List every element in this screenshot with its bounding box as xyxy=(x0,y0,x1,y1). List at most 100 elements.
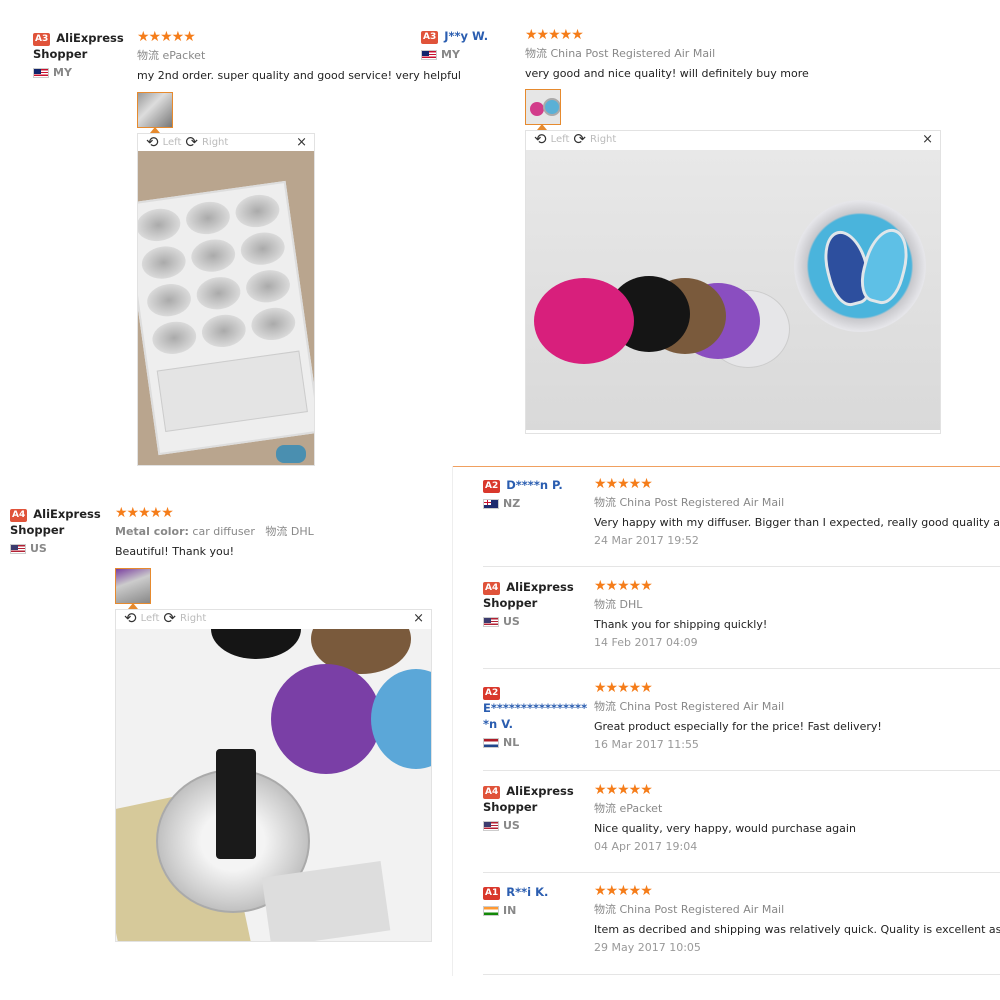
flag-us-icon xyxy=(10,543,26,554)
rotate-right-label[interactable]: Right xyxy=(202,137,228,148)
reviewer-name[interactable]: E*****************n V. xyxy=(483,700,593,732)
photo-viewer: ⟲ Left ⟳ Right × xyxy=(137,133,315,466)
shipping-method: China Post Registered Air Mail xyxy=(619,496,785,509)
shipping-method: China Post Registered Air Mail xyxy=(619,700,785,713)
rotate-right-label[interactable]: Right xyxy=(180,613,206,624)
review-content: ★★★★★ Metal color: car diffuser 物流 DHL B… xyxy=(115,506,314,558)
review-content: ★★★★★ 物流 China Post Registered Air Mail … xyxy=(594,681,882,751)
level-badge: A3 xyxy=(33,33,51,46)
rating-stars: ★★★★★ xyxy=(137,29,196,45)
rotate-left-icon[interactable]: ⟲ xyxy=(146,135,159,150)
review-date: 16 Mar 2017 11:55 xyxy=(594,738,699,751)
review-text: Beautiful! Thank you! xyxy=(115,545,235,558)
rating-stars: ★★★★★ xyxy=(525,27,584,43)
shipping-label: 物流 xyxy=(594,700,616,713)
review-content: ★★★★★ 物流 China Post Registered Air Mail … xyxy=(525,28,809,80)
rotate-right-icon[interactable]: ⟳ xyxy=(185,135,198,150)
level-badge: A1 xyxy=(483,887,501,900)
reviewer-info: A2 D****n P. NZ xyxy=(483,477,593,510)
shipping-method: China Post Registered Air Mail xyxy=(619,903,785,916)
rotate-right-icon[interactable]: ⟳ xyxy=(163,611,176,626)
review-date: 29 May 2017 10:05 xyxy=(594,941,701,954)
rating-stars: ★★★★★ xyxy=(594,476,653,492)
level-badge: A3 xyxy=(421,31,439,44)
row-divider xyxy=(483,770,1000,771)
review-photo-thumbnail[interactable] xyxy=(525,89,561,125)
review-content: ★★★★★ 物流 China Post Registered Air Mail … xyxy=(594,884,1000,954)
flag-my-icon xyxy=(33,67,49,78)
close-icon[interactable]: × xyxy=(296,135,307,150)
close-icon[interactable]: × xyxy=(922,132,933,147)
review-photo-thumbnail[interactable] xyxy=(137,92,173,128)
row-divider xyxy=(483,668,1000,669)
level-badge: A2 xyxy=(483,687,501,700)
rotate-left-label[interactable]: Left xyxy=(551,134,570,145)
country-code: NZ xyxy=(503,497,521,510)
shipping-label: 物流 xyxy=(137,49,159,62)
reviewer-name[interactable]: D****n P. xyxy=(506,478,562,492)
reviewer-info: A1 R**i K. IN xyxy=(483,884,593,917)
reviewer-info: A2 E*****************n V. NL xyxy=(483,681,593,749)
row-divider xyxy=(483,566,1000,567)
review-text: Item as decribed and shipping was relati… xyxy=(594,923,1000,936)
reviewer-info: A4 AliExpress Shopper US xyxy=(483,579,593,628)
review-photo-thumbnail[interactable] xyxy=(115,568,151,604)
shipping-method: China Post Registered Air Mail xyxy=(550,47,716,60)
shipping-label: 物流 xyxy=(594,903,616,916)
review-text: my 2nd order. super quality and good ser… xyxy=(137,69,461,82)
shipping-method: ePacket xyxy=(162,49,206,62)
rating-stars: ★★★★★ xyxy=(594,782,653,798)
review-content: ★★★★★ 物流 ePacket Nice quality, very happ… xyxy=(594,783,856,853)
rotate-left-icon[interactable]: ⟲ xyxy=(534,132,547,147)
flag-nz-icon xyxy=(483,498,499,509)
level-badge: A4 xyxy=(483,786,501,799)
section-left-border xyxy=(452,466,453,976)
flag-nl-icon xyxy=(483,737,499,748)
reviewer-info: A4 AliExpress Shopper US xyxy=(483,783,593,832)
country-code: US xyxy=(503,615,520,628)
rating-stars: ★★★★★ xyxy=(594,578,653,594)
flag-in-icon xyxy=(483,905,499,916)
close-icon[interactable]: × xyxy=(413,611,424,626)
shipping-label: 物流 xyxy=(525,47,547,60)
review-text: Thank you for shipping quickly! xyxy=(594,618,768,631)
review-content: ★★★★★ 物流 DHL Thank you for shipping quic… xyxy=(594,579,767,649)
rating-stars: ★★★★★ xyxy=(594,680,653,696)
reviewer-info: A3 AliExpress Shopper MY xyxy=(33,30,128,79)
section-divider xyxy=(452,466,1000,467)
attribute-label: Metal color: xyxy=(115,525,189,538)
country-code: NL xyxy=(503,736,520,749)
rotate-left-label[interactable]: Left xyxy=(163,137,182,148)
review-content: ★★★★★ 物流 China Post Registered Air Mail … xyxy=(594,477,1000,547)
attribute-value: car diffuser xyxy=(192,525,255,538)
flag-my-icon xyxy=(421,49,437,60)
flag-us-icon xyxy=(483,616,499,627)
shipping-label: 物流 xyxy=(594,802,616,815)
rotate-left-icon[interactable]: ⟲ xyxy=(124,611,137,626)
photo-viewer: ⟲ Left ⟳ Right × xyxy=(115,609,432,942)
review-date: 14 Feb 2017 04:09 xyxy=(594,636,698,649)
flag-us-icon xyxy=(483,820,499,831)
level-badge: A4 xyxy=(483,582,501,595)
reviewer-name[interactable]: J**y W. xyxy=(444,29,488,43)
review-content: ★★★★★ 物流 ePacket my 2nd order. super qua… xyxy=(137,30,461,82)
reviewer-name[interactable]: R**i K. xyxy=(506,885,548,899)
country-code: IN xyxy=(503,904,517,917)
rotate-right-icon[interactable]: ⟳ xyxy=(573,132,586,147)
row-divider xyxy=(483,974,1000,975)
rotate-right-label[interactable]: Right xyxy=(590,134,616,145)
shipping-method: ePacket xyxy=(619,802,663,815)
shipping-label: 物流 xyxy=(594,496,616,509)
review-date: 04 Apr 2017 19:04 xyxy=(594,840,698,853)
review-photo xyxy=(138,151,314,465)
review-text: very good and nice quality! will definit… xyxy=(525,67,809,80)
review-text: Nice quality, very happy, would purchase… xyxy=(594,822,856,835)
reviewer-info: A4 AliExpress Shopper US xyxy=(10,506,110,555)
review-text: Very happy with my diffuser. Bigger than… xyxy=(594,516,1000,529)
rotate-left-label[interactable]: Left xyxy=(141,613,160,624)
reviewer-info: A3 J**y W. MY xyxy=(421,28,516,61)
level-badge: A4 xyxy=(10,509,28,522)
country-code: MY xyxy=(441,48,460,61)
level-badge: A2 xyxy=(483,480,501,493)
country-code: US xyxy=(503,819,520,832)
